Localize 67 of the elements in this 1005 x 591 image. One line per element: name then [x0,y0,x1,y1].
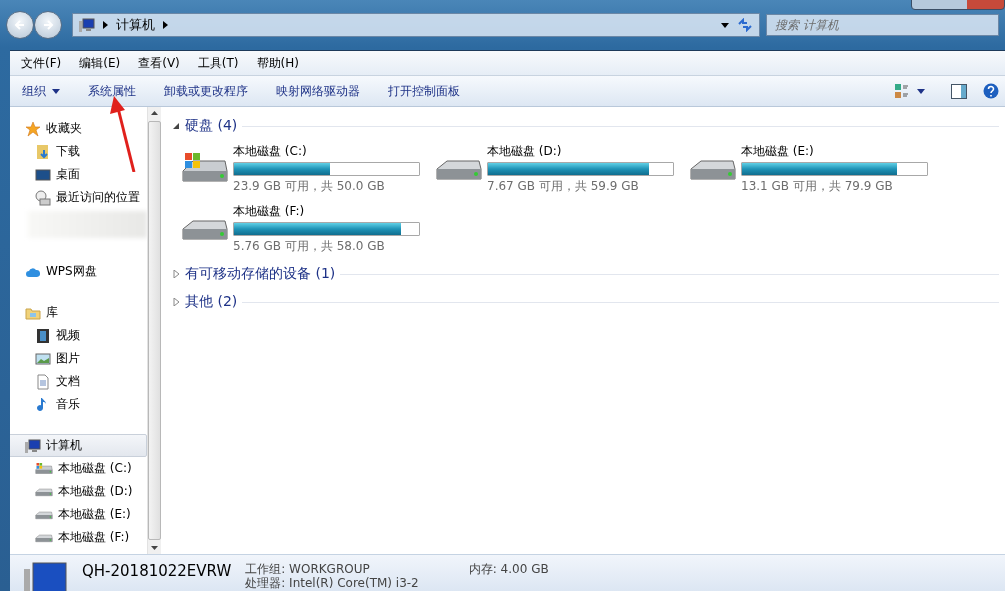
drive-space: 7.67 GB 可用，共 59.9 GB [487,178,640,195]
help-icon [983,83,999,99]
chevron-icon [163,21,168,29]
sidebar-item[interactable]: 计算机 [10,434,147,457]
toolbar-button[interactable]: 组织 [14,78,68,104]
sidebar-item[interactable]: 收藏夹 [10,117,147,140]
sidebar-item[interactable]: 音乐 [10,393,147,416]
star-icon [25,120,41,137]
computer-icon [79,17,95,33]
toolbar-button[interactable]: 系统属性 [80,78,144,104]
chevron-icon [103,21,108,29]
sidebar-item[interactable]: 文档 [10,370,147,393]
toolbar-button[interactable]: 卸载或更改程序 [156,78,256,104]
detail-field: 内存: 4.00 GB [468,562,549,576]
menu-item[interactable]: 工具(T) [190,54,246,72]
refresh-icon [737,18,753,32]
back-arrow-icon [14,19,26,31]
monitor-icon [35,166,51,183]
forward-button[interactable] [34,11,62,39]
sidebar-item[interactable]: WPS网盘 [10,260,147,283]
sidebar-item[interactable]: 下载 [10,140,147,163]
menu-item[interactable]: 编辑(E) [72,54,128,72]
preview-pane-icon [951,83,967,99]
sidebar-item[interactable]: 图片 [10,347,147,370]
back-button[interactable] [6,11,34,39]
drive-name[interactable]: 本地磁盘 (C:) [233,143,420,160]
drive-name[interactable]: 本地磁盘 (F:) [233,203,420,220]
drive-space: 13.1 GB 可用，共 79.9 GB [741,178,894,195]
toolbar-button[interactable]: 映射网络驱动器 [268,78,368,104]
drive-name[interactable]: 本地磁盘 (D:) [487,143,674,160]
search-field[interactable]: 搜索 计算机 [766,14,999,36]
sidebar-item[interactable]: 本地磁盘 (E:) [10,503,147,526]
document-icon [35,373,51,390]
menu-item[interactable]: 文件(F) [14,54,69,72]
menu-item[interactable]: 查看(V) [131,54,187,72]
film-icon [35,327,51,344]
menu-item[interactable]: 帮助(H) [249,54,306,72]
section-title[interactable]: 其他 (2) [185,293,238,311]
computer-name: QH-20181022EVRW [82,562,232,582]
view-options-icon [895,83,925,99]
sidebar-item[interactable]: 桌面 [10,163,147,186]
drive-space: 23.9 GB 可用，共 50.0 GB [233,178,386,195]
detail-field: 工作组: WORKGROUP [245,562,419,576]
address-bar[interactable]: 计算机 [72,13,760,37]
detail-field: 处理器: Intel(R) Core(TM) i3-2 [245,576,419,590]
computer-icon [24,561,68,591]
scroll-up-icon [151,111,158,115]
forward-arrow-icon [42,19,54,31]
section-title[interactable]: 有可移动存储的设备 (1) [185,265,336,283]
toolbar-button[interactable]: 打开控制面板 [380,78,468,104]
sidebar-item[interactable]: 最近访问的位置 [10,186,147,209]
image-icon [35,350,51,367]
computer-icon [25,437,41,454]
scroll-down-icon [151,546,158,550]
sidebar-item[interactable]: 视频 [10,324,147,347]
dropdown-arrow-icon [721,22,729,28]
drive-space: 5.76 GB 可用，共 58.0 GB [233,238,386,255]
scrollbar[interactable] [147,107,161,554]
sidebar-item[interactable]: 本地磁盘 (D:) [10,480,147,503]
sidebar-item[interactable]: 本地磁盘 (F:) [10,526,147,549]
sidebar-item[interactable]: 本地磁盘 (C:) [10,457,147,480]
folder-icon [35,143,51,160]
breadcrumb[interactable]: 计算机 [116,16,155,34]
section-title[interactable]: 硬盘 (4) [185,117,238,135]
sidebar-item[interactable]: 库 [10,301,147,324]
drive-name[interactable]: 本地磁盘 (E:) [741,143,928,160]
clock-icon [35,189,51,206]
